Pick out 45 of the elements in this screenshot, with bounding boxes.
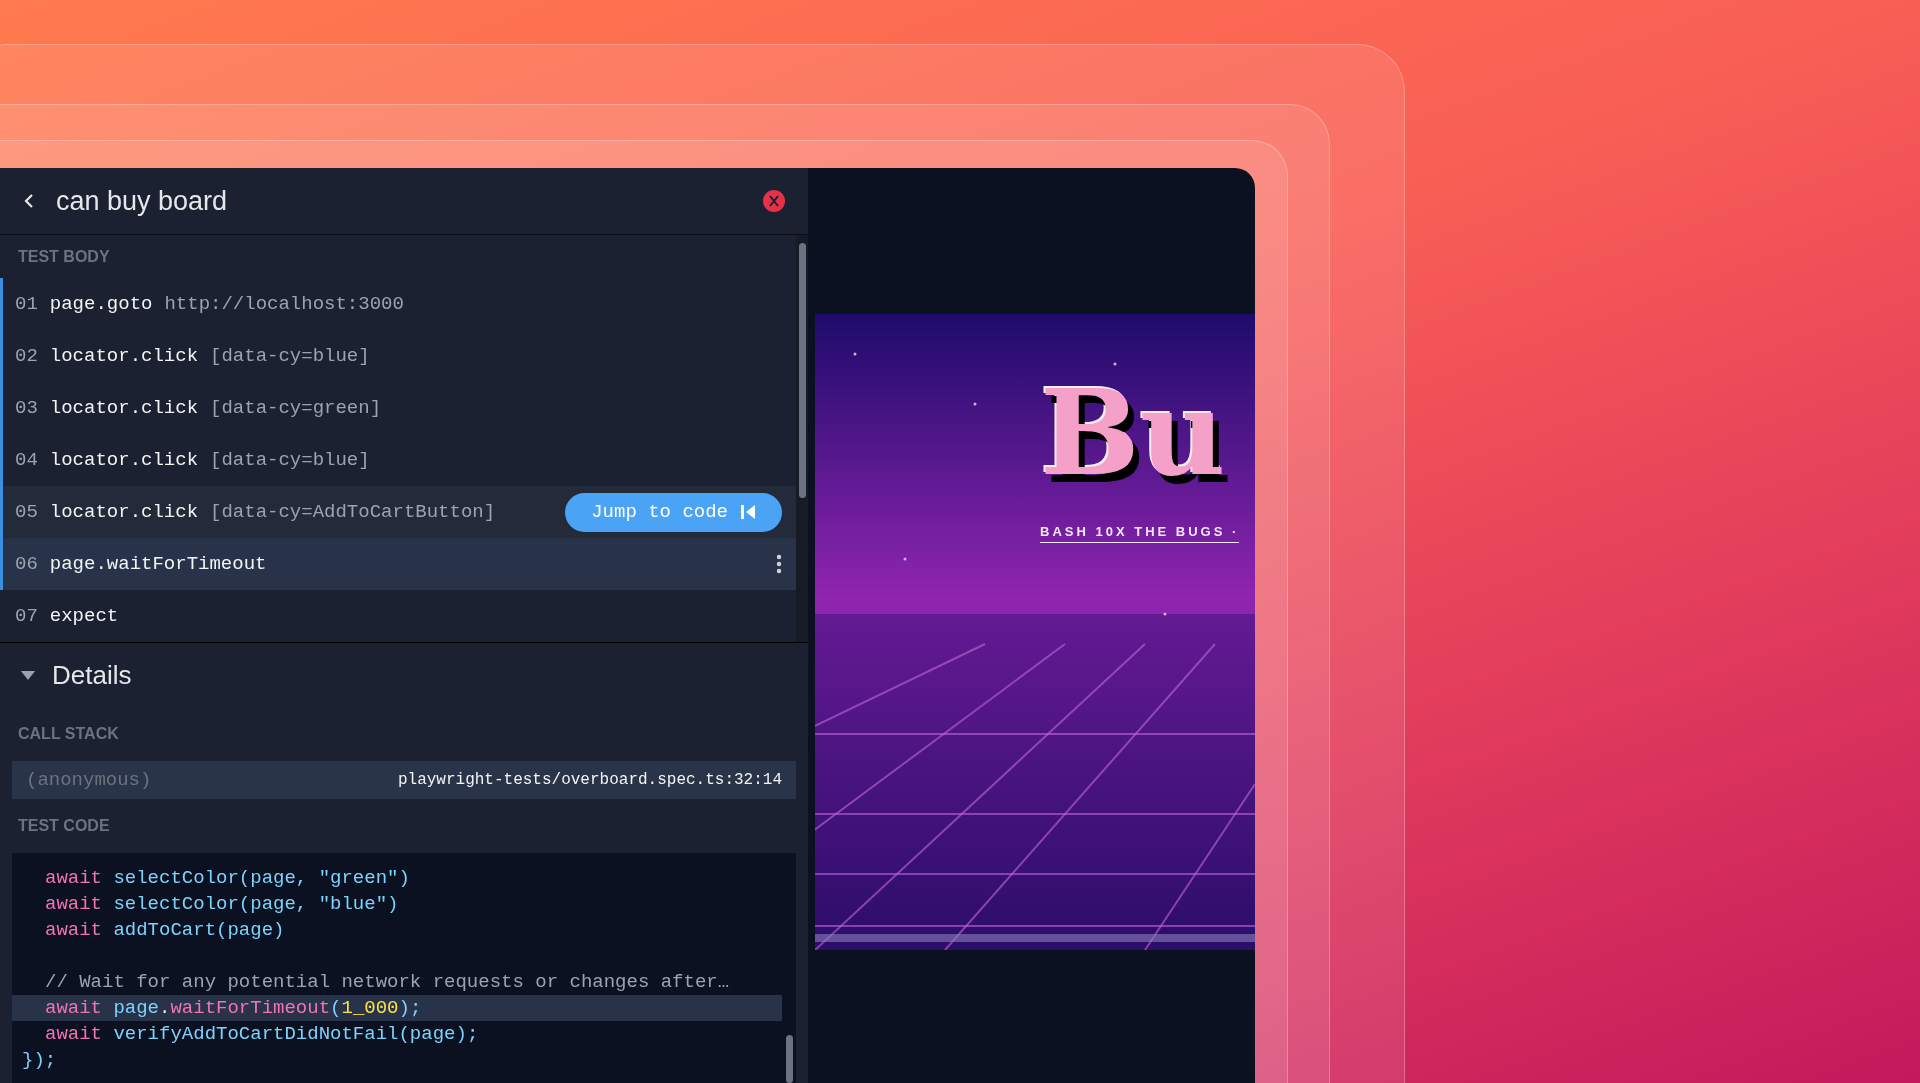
section-label: CALL STACK (18, 724, 119, 744)
step-argument: [data-cy=AddToCartButton] (210, 499, 496, 525)
step-argument: [data-cy=blue] (210, 343, 370, 369)
step-command: locator.click (49, 447, 199, 473)
step-number: 06 (15, 551, 38, 577)
step-number: 02 (15, 343, 38, 369)
call-stack-row[interactable]: (anonymous) playwright-tests/overboard.spec.ts:32:14 (12, 761, 796, 799)
step-number: 03 (15, 395, 38, 421)
code-line: await verifyAddToCartDidNotFail(page); (44, 1021, 480, 1047)
code-line: // Wait for any potential network requests or changes after… (44, 969, 731, 995)
code-line: await selectColor(page, "blue") (44, 891, 400, 917)
step-command: locator.click (49, 343, 199, 369)
section-label: TEST BODY (18, 246, 110, 267)
step-command: locator.click (49, 395, 199, 421)
function-name: (anonymous) (26, 767, 152, 793)
step-argument: [data-cy=green] (210, 395, 382, 421)
more-options-icon[interactable] (776, 554, 782, 574)
details-title[interactable]: Details (52, 655, 132, 695)
tagline: BASH 10X THE BUGS · (1040, 522, 1240, 543)
section-label: TEST CODE (18, 816, 110, 836)
scrollbar-thumb[interactable] (798, 243, 806, 498)
file-location: playwright-tests/overboard.spec.ts:32:14 (397, 770, 782, 791)
step-command: expect (49, 603, 119, 629)
code-line: await selectColor(page, "green") (44, 865, 411, 891)
step-argument: http://localhost:3000 (164, 291, 404, 317)
back-icon[interactable] (22, 192, 36, 210)
step-row[interactable]: 06 page.waitForTimeout (0, 538, 796, 590)
code-line: }); (21, 1047, 58, 1073)
test-title: can buy board (56, 184, 228, 218)
step-command: page.goto (49, 291, 153, 317)
caret-icon[interactable] (20, 669, 36, 681)
step-number: 04 (15, 447, 38, 473)
skip-back-icon (740, 504, 756, 520)
step-command: locator.click (49, 499, 199, 525)
step-command: page.waitForTimeout (49, 551, 267, 577)
step-number: 07 (15, 603, 38, 629)
scrollbar-thumb[interactable] (785, 1035, 793, 1083)
step-row[interactable]: 05 locator.click [data-cy=AddToCartButton] Jump to code (0, 486, 796, 538)
step-number: 01 (15, 291, 38, 317)
step-number: 05 (15, 499, 38, 525)
code-line: await addToCart(page) (44, 917, 286, 943)
logo-text: Bu (1040, 374, 1226, 492)
failed-status-icon (762, 189, 786, 213)
step-row[interactable]: 07 expect (0, 590, 796, 642)
step-argument: [data-cy=blue] (210, 447, 370, 473)
